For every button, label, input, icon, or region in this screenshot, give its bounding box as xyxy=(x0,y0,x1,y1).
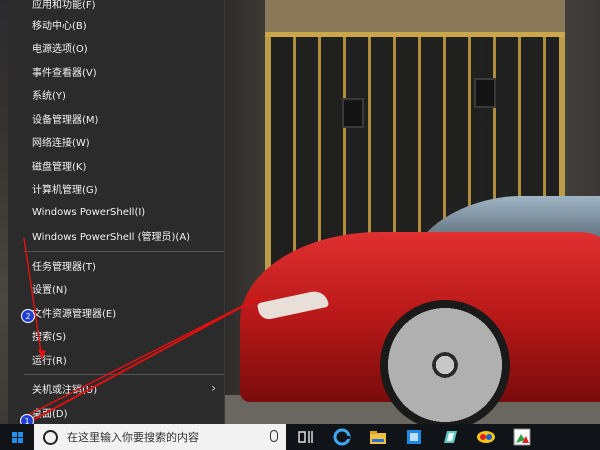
taskbar: 在这里输入你要搜索的内容 xyxy=(0,424,600,450)
edge-icon[interactable] xyxy=(332,427,352,447)
menu-item-run[interactable]: 运行(R) xyxy=(8,348,224,371)
menu-item-task-manager[interactable]: 任务管理器(T) xyxy=(8,254,224,277)
menu-item-shutdown-signout[interactable]: 关机或注销(U) › xyxy=(8,377,224,400)
menu-item-mobility-center[interactable]: 移动中心(B) xyxy=(8,13,224,36)
chevron-right-icon: › xyxy=(211,381,216,395)
wallpaper-door-top xyxy=(265,0,565,37)
browser-icon[interactable] xyxy=(476,427,496,447)
menu-item-event-viewer[interactable]: 事件查看器(V) xyxy=(8,60,224,83)
menu-item-device-manager[interactable]: 设备管理器(M) xyxy=(8,107,224,130)
microphone-icon[interactable] xyxy=(270,430,278,442)
cortana-circle-icon xyxy=(43,429,58,445)
start-context-menu: 应用和功能(F) 移动中心(B) 电源选项(O) 事件查看器(V) 系统(Y) … xyxy=(8,0,225,424)
file-explorer-icon[interactable] xyxy=(368,427,388,447)
menu-item-desktop[interactable]: 桌面(D) xyxy=(8,401,224,424)
store-icon[interactable] xyxy=(404,427,424,447)
menu-item-system[interactable]: 系统(Y) xyxy=(8,83,224,106)
app-icon[interactable] xyxy=(440,427,460,447)
menu-item-settings[interactable]: 设置(N) xyxy=(8,277,224,300)
photos-icon[interactable] xyxy=(512,427,532,447)
menu-item-powershell-admin[interactable]: Windows PowerShell (管理员)(A) xyxy=(8,224,224,247)
menu-divider xyxy=(24,251,224,252)
step-badge-2: 2 xyxy=(21,309,35,323)
menu-item-disk-management[interactable]: 磁盘管理(K) xyxy=(8,154,224,177)
menu-item-file-explorer[interactable]: 文件资源管理器(E) xyxy=(8,301,224,324)
taskbar-search-box[interactable]: 在这里输入你要搜索的内容 xyxy=(34,424,286,450)
windows-logo-icon xyxy=(11,431,23,443)
menu-item-powershell[interactable]: Windows PowerShell(I) xyxy=(8,201,224,224)
wallpaper-lamp xyxy=(474,78,496,108)
wallpaper-lamp xyxy=(342,98,364,128)
menu-divider xyxy=(24,374,224,375)
wallpaper-car-wheel xyxy=(380,300,510,424)
search-placeholder: 在这里输入你要搜索的内容 xyxy=(67,431,199,444)
menu-item-power-options[interactable]: 电源选项(O) xyxy=(8,36,224,59)
menu-item-search[interactable]: 搜索(S) xyxy=(8,324,224,347)
menu-item-computer-management[interactable]: 计算机管理(G) xyxy=(8,177,224,200)
menu-item-network-connections[interactable]: 网络连接(W) xyxy=(8,130,224,153)
start-button[interactable] xyxy=(0,424,34,450)
task-view-icon[interactable] xyxy=(296,427,316,447)
